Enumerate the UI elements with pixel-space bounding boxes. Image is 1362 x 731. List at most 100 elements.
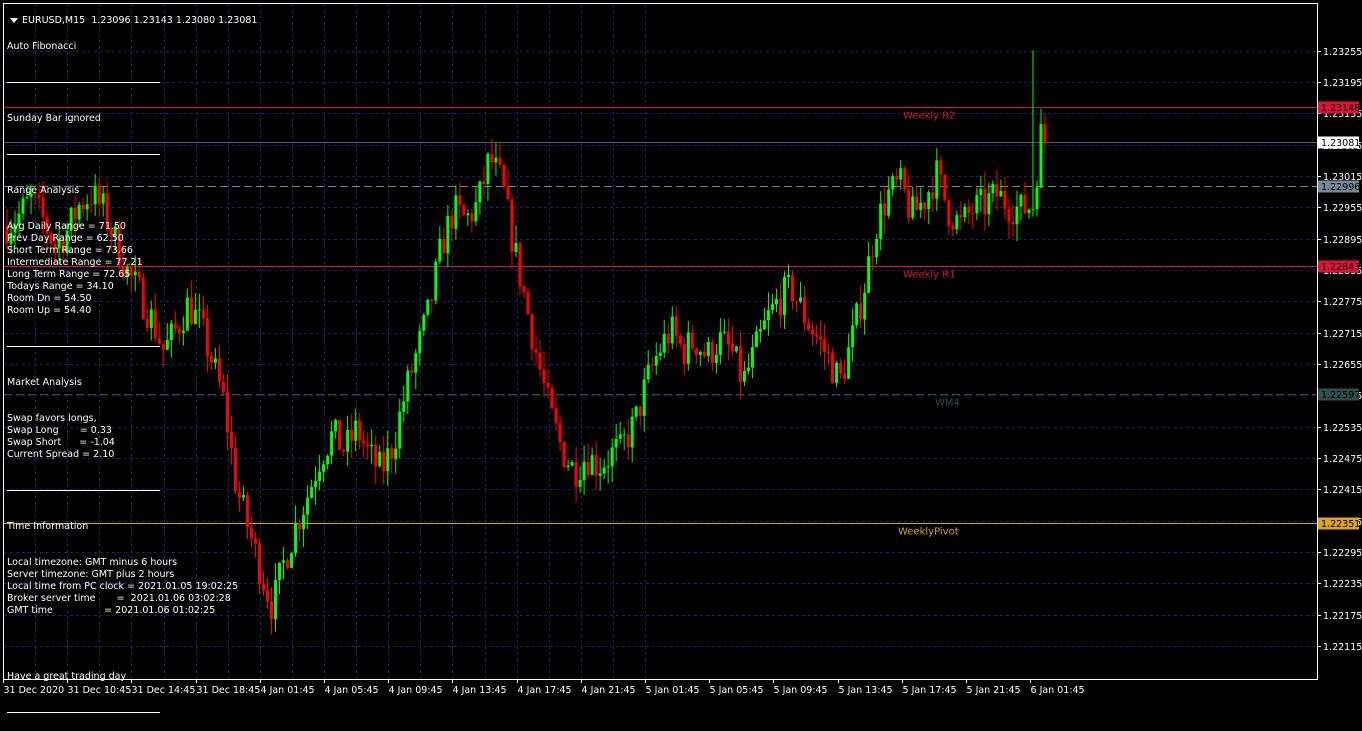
candle-body (899, 168, 903, 180)
range-analysis-lines: Avg Daily Range = 71.50 Prev Day Range = … (7, 221, 238, 317)
y-tick-label: 1.22475 (1323, 454, 1362, 465)
candle-body (787, 274, 791, 277)
candle-body (823, 339, 827, 353)
market-line: Swap Long = 0.33 (7, 425, 112, 436)
candle-body (835, 362, 839, 384)
candle-body (963, 206, 967, 218)
candle-body (286, 560, 290, 568)
candle-body (795, 301, 799, 303)
candle-body (358, 420, 362, 441)
candle-body (514, 242, 518, 252)
candle-body (298, 522, 302, 530)
x-tick-label: 5 Jan 17:45 (903, 685, 957, 696)
y-tick-label: 1.22955 (1323, 203, 1362, 214)
candle-body (1039, 123, 1043, 188)
candle-body (330, 431, 334, 456)
candle-body (626, 434, 630, 448)
y-tick-label: 1.22655 (1323, 360, 1362, 371)
sunday-bar-note: Sunday Bar ignored (7, 113, 101, 124)
candle-body (494, 157, 498, 163)
candle-body (430, 299, 434, 301)
market-line: Swap Short = -1.04 (7, 437, 115, 448)
candle-body (374, 444, 378, 467)
candle-body (758, 329, 762, 332)
range-line: Avg Daily Range = 71.50 (7, 221, 126, 232)
candle-body (1027, 209, 1031, 214)
candle-body (574, 462, 578, 487)
candle-body (454, 195, 458, 229)
candle-body (891, 176, 895, 190)
candle-body (422, 314, 426, 331)
x-tick-label: 4 Jan 21:45 (582, 685, 636, 696)
candle-body (1007, 208, 1011, 222)
x-tick-label: 4 Jan 09:45 (389, 685, 443, 696)
candle-body (871, 256, 875, 258)
market-line: Current Spread = 2.10 (7, 449, 115, 460)
candle-body (702, 351, 706, 357)
candle-body (887, 189, 891, 216)
candle-body (614, 438, 618, 448)
candle-body (602, 467, 606, 474)
candle-body (1011, 221, 1015, 225)
candle-body (1043, 123, 1047, 143)
candle-body (811, 329, 815, 335)
candle-body (486, 153, 490, 184)
separator (7, 712, 160, 713)
candle-body (782, 276, 786, 316)
candle-body (558, 423, 562, 443)
separator (7, 346, 160, 347)
candle-body (1019, 194, 1023, 207)
range-line: Room Dn = 54.50 (7, 293, 92, 304)
candle-body (434, 261, 438, 301)
candle-body (550, 387, 554, 409)
candle-body (638, 406, 642, 416)
x-tick-label: 5 Jan 13:45 (839, 685, 893, 696)
candle-body (867, 256, 871, 293)
candle-body (266, 590, 270, 602)
candle-body (378, 451, 382, 467)
candle-body (253, 538, 257, 544)
level-label: Weekly R1 (903, 270, 956, 281)
time-information-title: Time Information (7, 521, 89, 532)
candle-body (766, 310, 770, 321)
candle-body (762, 320, 766, 330)
candle-body (650, 364, 654, 366)
candle-body (903, 168, 907, 190)
price-tag-label: 1.23081 (1321, 138, 1360, 149)
candle-body (863, 292, 867, 320)
candle-body (662, 333, 666, 353)
candle-body (366, 443, 370, 447)
candle-body (710, 342, 714, 364)
candle-body (706, 342, 710, 357)
candle-body (362, 440, 366, 444)
candle-body (730, 343, 734, 352)
candle-body (570, 462, 574, 466)
y-tick-label: 1.23255 (1323, 47, 1362, 58)
candle-body (975, 195, 979, 214)
candle-body (390, 448, 394, 459)
candle-body (314, 481, 318, 488)
time-line: Server timezone: GMT plus 2 hours (7, 569, 175, 580)
x-tick-label: 5 Jan 09:45 (774, 685, 828, 696)
candle-body (582, 461, 586, 481)
candle-body (726, 331, 730, 344)
candle-body (350, 429, 354, 441)
candle-body (815, 334, 819, 337)
x-tick-label: 4 Jan 13:45 (453, 685, 507, 696)
x-tick-label: 4 Jan 17:45 (518, 685, 572, 696)
level-label: WM4 (935, 398, 960, 409)
candle-body (734, 346, 738, 352)
candle-body (606, 466, 610, 468)
candle-body (426, 299, 430, 315)
candle-body (1031, 209, 1035, 211)
candle-body (245, 495, 249, 528)
candle-body (927, 192, 931, 210)
separator (7, 154, 160, 155)
candle-body (742, 371, 746, 382)
candle-body (510, 199, 514, 252)
candle-body (654, 356, 658, 366)
x-tick-label: 5 Jan 21:45 (967, 685, 1021, 696)
x-tick-label: 5 Jan 05:45 (710, 685, 764, 696)
candle-body (979, 189, 983, 196)
candle-body (935, 160, 939, 199)
